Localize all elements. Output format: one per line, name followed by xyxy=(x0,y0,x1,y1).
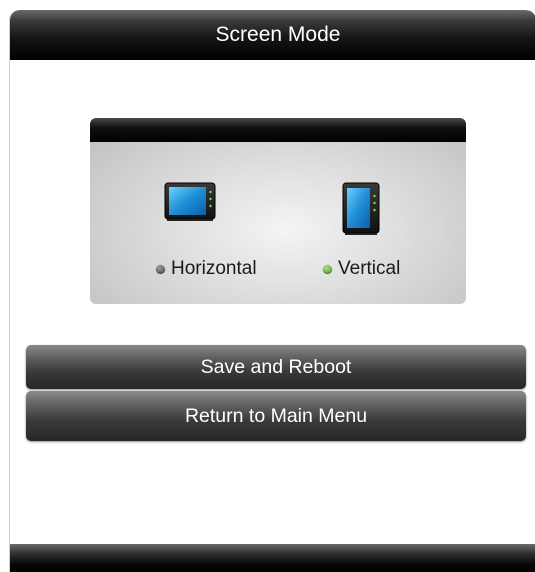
vertical-label: Vertical xyxy=(338,258,401,279)
radio-unselected-icon xyxy=(156,264,165,274)
window-title: Screen Mode xyxy=(215,23,341,46)
tablet-landscape-icon[interactable] xyxy=(164,182,216,227)
save-and-reboot-button[interactable]: Save and Reboot xyxy=(26,345,526,389)
vertical-radio-option[interactable]: Vertical xyxy=(323,258,400,280)
screen-mode-window: Screen Mode Horizontal Vertical Save and… xyxy=(9,10,535,572)
panel-header xyxy=(90,118,466,142)
bottom-bar xyxy=(10,544,535,572)
horizontal-label: Horizontal xyxy=(171,258,257,279)
return-to-main-menu-button[interactable]: Return to Main Menu xyxy=(26,391,526,441)
horizontal-radio-option[interactable]: Horizontal xyxy=(156,258,257,280)
screen-mode-panel: Horizontal Vertical xyxy=(90,118,466,304)
title-bar: Screen Mode xyxy=(10,10,535,60)
radio-selected-icon xyxy=(323,264,332,274)
save-and-reboot-label: Save and Reboot xyxy=(200,355,352,378)
tablet-portrait-icon[interactable] xyxy=(342,182,380,241)
return-to-main-menu-label: Return to Main Menu xyxy=(184,404,368,427)
